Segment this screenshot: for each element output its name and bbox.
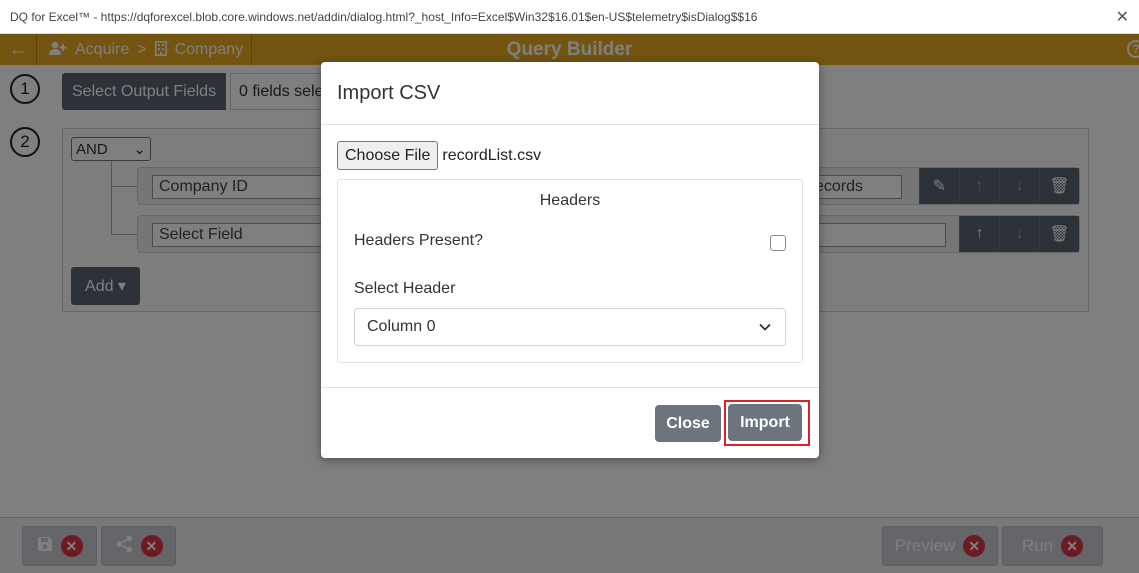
window-title: DQ for Excel™ - https://dqforexcel.blob.… bbox=[10, 9, 758, 24]
chevron-down-icon bbox=[759, 318, 771, 334]
window-titlebar: DQ for Excel™ - https://dqforexcel.blob.… bbox=[0, 0, 1139, 34]
close-icon[interactable]: ✕ bbox=[1116, 7, 1129, 27]
headers-present-checkbox[interactable] bbox=[770, 235, 786, 251]
select-header-value: Column 0 bbox=[367, 318, 436, 335]
import-button[interactable]: Import bbox=[728, 404, 802, 441]
selected-file-name: recordList.csv bbox=[442, 146, 542, 164]
select-header-dropdown[interactable]: Column 0 bbox=[354, 308, 786, 346]
choose-file-button[interactable]: Choose File bbox=[337, 141, 439, 170]
import-csv-dialog: Import CSV Choose File recordList.csv He… bbox=[321, 62, 819, 458]
select-header-label: Select Header bbox=[354, 280, 456, 297]
file-picker: Choose File recordList.csv bbox=[337, 141, 541, 170]
headers-card-title: Headers bbox=[539, 192, 601, 209]
dialog-footer: Close Import bbox=[321, 387, 819, 458]
headers-card: Headers Headers Present? Select Header C… bbox=[337, 179, 803, 363]
import-highlight: Import bbox=[724, 400, 810, 446]
close-button[interactable]: Close bbox=[655, 405, 721, 442]
headers-present-label: Headers Present? bbox=[354, 232, 483, 249]
dialog-title: Import CSV bbox=[321, 62, 819, 125]
